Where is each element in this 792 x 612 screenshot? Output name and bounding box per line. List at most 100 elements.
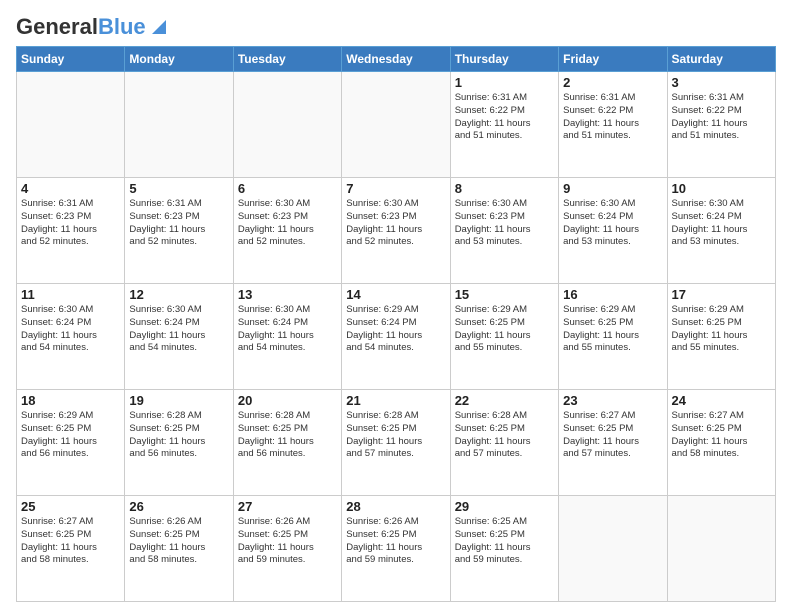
table-row: 26 Sunrise: 6:26 AM Sunset: 6:25 PM Dayli…: [125, 496, 233, 602]
day-info: Sunrise: 6:26 AM Sunset: 6:25 PM Dayligh…: [346, 516, 445, 567]
table-row: 23 Sunrise: 6:27 AM Sunset: 6:25 PM Dayli…: [559, 390, 667, 496]
day-number: 15: [455, 287, 554, 302]
day-info: Sunrise: 6:30 AM Sunset: 6:23 PM Dayligh…: [346, 198, 445, 249]
day-number: 7: [346, 181, 445, 196]
table-row: 14 Sunrise: 6:29 AM Sunset: 6:24 PM Dayli…: [342, 284, 450, 390]
table-row: [667, 496, 775, 602]
day-info: Sunrise: 6:30 AM Sunset: 6:24 PM Dayligh…: [238, 304, 337, 355]
day-number: 19: [129, 393, 228, 408]
day-number: 24: [672, 393, 771, 408]
table-row: 28 Sunrise: 6:26 AM Sunset: 6:25 PM Dayli…: [342, 496, 450, 602]
day-info: Sunrise: 6:29 AM Sunset: 6:25 PM Dayligh…: [455, 304, 554, 355]
day-number: 8: [455, 181, 554, 196]
calendar-week-row: 25Sunrise: 6:27 AM Sunset: 6:25 PM Dayli…: [17, 496, 776, 602]
calendar-week-row: 1Sunrise: 6:31 AM Sunset: 6:22 PM Daylig…: [17, 72, 776, 178]
table-row: 21Sunrise: 6:28 AM Sunset: 6:25 PM Dayli…: [342, 390, 450, 496]
col-saturday: Saturday: [667, 47, 775, 72]
logo: GeneralBlue: [16, 16, 170, 38]
table-row: 2 Sunrise: 6:31 AM Sunset: 6:22 PM Daylig…: [559, 72, 667, 178]
table-row: 20 Sunrise: 6:28 AM Sunset: 6:25 PM Dayli…: [233, 390, 341, 496]
table-row: 3 Sunrise: 6:31 AM Sunset: 6:22 PM Daylig…: [667, 72, 775, 178]
day-number: 10: [672, 181, 771, 196]
day-info: Sunrise: 6:30 AM Sunset: 6:23 PM Dayligh…: [238, 198, 337, 249]
col-sunday: Sunday: [17, 47, 125, 72]
day-number: 14: [346, 287, 445, 302]
day-number: 22: [455, 393, 554, 408]
table-row: 15 Sunrise: 6:29 AM Sunset: 6:25 PM Dayli…: [450, 284, 558, 390]
page: GeneralBlue Sunday Monday Tuesday Wednes…: [0, 0, 792, 612]
day-number: 27: [238, 499, 337, 514]
table-row: [559, 496, 667, 602]
day-info: Sunrise: 6:29 AM Sunset: 6:24 PM Dayligh…: [346, 304, 445, 355]
day-info: Sunrise: 6:27 AM Sunset: 6:25 PM Dayligh…: [21, 516, 120, 567]
day-info: Sunrise: 6:31 AM Sunset: 6:22 PM Dayligh…: [563, 92, 662, 143]
table-row: 29 Sunrise: 6:25 AM Sunset: 6:25 PM Dayli…: [450, 496, 558, 602]
day-number: 5: [129, 181, 228, 196]
table-row: 8 Sunrise: 6:30 AM Sunset: 6:23 PM Daylig…: [450, 178, 558, 284]
table-row: 13 Sunrise: 6:30 AM Sunset: 6:24 PM Dayli…: [233, 284, 341, 390]
logo-text: GeneralBlue: [16, 16, 146, 38]
day-info: Sunrise: 6:27 AM Sunset: 6:25 PM Dayligh…: [563, 410, 662, 461]
day-info: Sunrise: 6:30 AM Sunset: 6:24 PM Dayligh…: [129, 304, 228, 355]
day-info: Sunrise: 6:26 AM Sunset: 6:25 PM Dayligh…: [129, 516, 228, 567]
day-number: 20: [238, 393, 337, 408]
day-info: Sunrise: 6:28 AM Sunset: 6:25 PM Dayligh…: [238, 410, 337, 461]
table-row: 1Sunrise: 6:31 AM Sunset: 6:22 PM Daylig…: [450, 72, 558, 178]
logo-general: General: [16, 14, 98, 39]
day-number: 23: [563, 393, 662, 408]
day-info: Sunrise: 6:29 AM Sunset: 6:25 PM Dayligh…: [21, 410, 120, 461]
calendar-header-row: Sunday Monday Tuesday Wednesday Thursday…: [17, 47, 776, 72]
day-info: Sunrise: 6:30 AM Sunset: 6:24 PM Dayligh…: [563, 198, 662, 249]
day-number: 2: [563, 75, 662, 90]
table-row: 17 Sunrise: 6:29 AM Sunset: 6:25 PM Dayli…: [667, 284, 775, 390]
col-thursday: Thursday: [450, 47, 558, 72]
day-info: Sunrise: 6:29 AM Sunset: 6:25 PM Dayligh…: [563, 304, 662, 355]
calendar-week-row: 18 Sunrise: 6:29 AM Sunset: 6:25 PM Dayli…: [17, 390, 776, 496]
day-number: 29: [455, 499, 554, 514]
table-row: 6 Sunrise: 6:30 AM Sunset: 6:23 PM Daylig…: [233, 178, 341, 284]
calendar-week-row: 4 Sunrise: 6:31 AM Sunset: 6:23 PM Daylig…: [17, 178, 776, 284]
table-row: 18 Sunrise: 6:29 AM Sunset: 6:25 PM Dayli…: [17, 390, 125, 496]
table-row: 19 Sunrise: 6:28 AM Sunset: 6:25 PM Dayli…: [125, 390, 233, 496]
day-info: Sunrise: 6:31 AM Sunset: 6:23 PM Dayligh…: [129, 198, 228, 249]
day-number: 17: [672, 287, 771, 302]
day-info: Sunrise: 6:31 AM Sunset: 6:22 PM Dayligh…: [672, 92, 771, 143]
day-info: Sunrise: 6:27 AM Sunset: 6:25 PM Dayligh…: [672, 410, 771, 461]
header: GeneralBlue: [16, 16, 776, 38]
day-number: 4: [21, 181, 120, 196]
day-number: 16: [563, 287, 662, 302]
table-row: [125, 72, 233, 178]
day-info: Sunrise: 6:28 AM Sunset: 6:25 PM Dayligh…: [455, 410, 554, 461]
table-row: 27 Sunrise: 6:26 AM Sunset: 6:25 PM Dayli…: [233, 496, 341, 602]
table-row: 12Sunrise: 6:30 AM Sunset: 6:24 PM Dayli…: [125, 284, 233, 390]
day-info: Sunrise: 6:31 AM Sunset: 6:23 PM Dayligh…: [21, 198, 120, 249]
day-info: Sunrise: 6:28 AM Sunset: 6:25 PM Dayligh…: [129, 410, 228, 461]
logo-blue: Blue: [98, 14, 146, 39]
day-number: 28: [346, 499, 445, 514]
col-wednesday: Wednesday: [342, 47, 450, 72]
day-number: 18: [21, 393, 120, 408]
table-row: 25Sunrise: 6:27 AM Sunset: 6:25 PM Dayli…: [17, 496, 125, 602]
table-row: 22 Sunrise: 6:28 AM Sunset: 6:25 PM Dayli…: [450, 390, 558, 496]
table-row: [342, 72, 450, 178]
day-number: 21: [346, 393, 445, 408]
col-monday: Monday: [125, 47, 233, 72]
table-row: 10 Sunrise: 6:30 AM Sunset: 6:24 PM Dayli…: [667, 178, 775, 284]
day-info: Sunrise: 6:26 AM Sunset: 6:25 PM Dayligh…: [238, 516, 337, 567]
day-number: 13: [238, 287, 337, 302]
day-info: Sunrise: 6:29 AM Sunset: 6:25 PM Dayligh…: [672, 304, 771, 355]
day-number: 3: [672, 75, 771, 90]
day-info: Sunrise: 6:30 AM Sunset: 6:24 PM Dayligh…: [672, 198, 771, 249]
col-friday: Friday: [559, 47, 667, 72]
table-row: 7 Sunrise: 6:30 AM Sunset: 6:23 PM Daylig…: [342, 178, 450, 284]
table-row: 11Sunrise: 6:30 AM Sunset: 6:24 PM Dayli…: [17, 284, 125, 390]
day-info: Sunrise: 6:30 AM Sunset: 6:23 PM Dayligh…: [455, 198, 554, 249]
table-row: 5 Sunrise: 6:31 AM Sunset: 6:23 PM Daylig…: [125, 178, 233, 284]
day-number: 26: [129, 499, 228, 514]
table-row: 16 Sunrise: 6:29 AM Sunset: 6:25 PM Dayli…: [559, 284, 667, 390]
day-info: Sunrise: 6:25 AM Sunset: 6:25 PM Dayligh…: [455, 516, 554, 567]
day-info: Sunrise: 6:30 AM Sunset: 6:24 PM Dayligh…: [21, 304, 120, 355]
day-number: 9: [563, 181, 662, 196]
day-info: Sunrise: 6:31 AM Sunset: 6:22 PM Dayligh…: [455, 92, 554, 143]
day-number: 6: [238, 181, 337, 196]
